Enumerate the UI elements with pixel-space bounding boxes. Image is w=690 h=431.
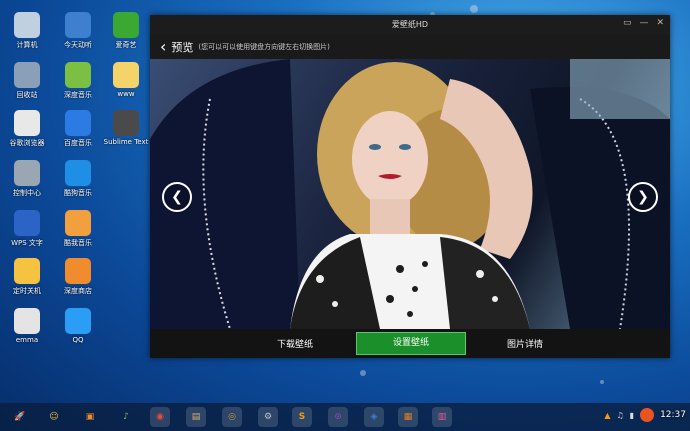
bubble (600, 380, 604, 384)
desktop-icon-label: 今天动听 (64, 41, 92, 49)
keyboard-hint: (您可以可以使用键盘方向键左右切换图片) (198, 43, 330, 51)
bubble (470, 5, 478, 13)
desktop-icon-label: 计算机 (16, 41, 38, 49)
baidu-music-icon (65, 110, 91, 136)
desktop-icon-label: 酷狗音乐 (64, 189, 92, 197)
ubuntu-logo-icon[interactable] (640, 408, 655, 422)
wallpaper-app-window: 爱壁纸HD ▭ — ✕ ‹ 预览 (您可以可以使用键盘方向键左右切换图片) ❮ … (150, 15, 670, 358)
bubble (360, 370, 366, 376)
desktop-icon-label: 谷歌浏览器 (9, 139, 45, 147)
settings-task-icon[interactable]: ⚙ (258, 407, 278, 427)
app-task-icon[interactable]: ◈ (364, 407, 384, 427)
launcher-icon[interactable]: 🚀 (10, 407, 30, 427)
download-wallpaper-button[interactable]: 下载壁纸 (265, 337, 325, 350)
chrome-icon (14, 110, 40, 136)
wallpaper-task-icon[interactable]: ▦ (398, 407, 418, 427)
minimize-icon[interactable]: — (639, 18, 648, 28)
next-image-button[interactable]: ❯ (628, 182, 658, 212)
set-wallpaper-button[interactable]: 设置壁纸 (356, 332, 466, 355)
chrome-task-icon[interactable]: ◉ (150, 407, 170, 427)
system-tray: ▲ ♫ ▮ 12:37 (604, 408, 686, 422)
sublime-task-icon[interactable]: S (292, 407, 312, 427)
shutdown-timer-icon (14, 258, 40, 284)
desktop-icon[interactable]: 今天动听 (55, 12, 101, 50)
desktop-icon-label: 定时关机 (13, 287, 41, 295)
clock[interactable]: 12:37 (660, 410, 686, 420)
desktop-icon-label: QQ (72, 336, 84, 344)
desktop-icon[interactable]: QQ (55, 308, 101, 344)
pictures-task-icon[interactable]: ▥ (432, 407, 452, 427)
desktop-icon[interactable]: 爱奇艺 (103, 12, 149, 50)
chevron-left-icon: ❮ (171, 189, 183, 205)
smiley-app-icon[interactable]: ☺ (44, 407, 64, 427)
desktop-icon[interactable]: WPS 文字 (4, 210, 50, 248)
store-icon (65, 258, 91, 284)
desktop-icon[interactable]: Sublime Text (103, 110, 149, 146)
music-task-icon[interactable]: ♪ (116, 407, 136, 427)
kuwo-icon (65, 210, 91, 236)
settings-icon (14, 160, 40, 186)
kugou-icon (65, 160, 91, 186)
image-details-button[interactable]: 图片详情 (495, 337, 555, 350)
music-app-icon (65, 12, 91, 38)
desktop-icon[interactable]: www (103, 62, 149, 98)
desktop-icon-label: www (117, 90, 135, 98)
desktop-icon-label: 百度音乐 (64, 139, 92, 147)
store-task-icon[interactable]: ▣ (80, 407, 100, 427)
desktop-icon-label: 深度音乐 (64, 91, 92, 99)
desktop-icon-label: 回收站 (16, 91, 38, 99)
desktop-icon[interactable]: 控制中心 (4, 160, 50, 198)
desktop-icon[interactable]: 深度商店 (55, 258, 101, 296)
tray-app-icon[interactable]: ▲ (604, 411, 610, 420)
volume-icon[interactable]: ♫ (616, 411, 623, 420)
folder-icon (113, 62, 139, 88)
trash-icon (14, 62, 40, 88)
wallpaper-preview-image: ❮ ❯ (150, 59, 670, 329)
emma-icon (14, 308, 40, 334)
desktop-icon[interactable]: emma (4, 308, 50, 344)
desktop-icon-label: 控制中心 (13, 189, 41, 197)
computer-icon (14, 12, 40, 38)
desktop-icon[interactable]: 深度音乐 (55, 62, 101, 100)
files-task-icon[interactable]: ▤ (186, 407, 206, 427)
previous-image-button[interactable]: ❮ (162, 182, 192, 212)
deepin-music-icon (65, 62, 91, 88)
desktop-icon[interactable]: 酷狗音乐 (55, 160, 101, 198)
desktop-icon-label: WPS 文字 (11, 239, 43, 247)
portrait-photo (150, 59, 670, 329)
title-bar[interactable]: 爱壁纸HD ▭ — ✕ (150, 15, 670, 35)
page-title: 预览 (171, 41, 194, 54)
desktop-icon[interactable]: 回收站 (4, 62, 50, 100)
desktop-icon[interactable]: 定时关机 (4, 258, 50, 296)
maximize-icon[interactable]: ▭ (623, 18, 632, 28)
desktop-icon[interactable]: 酷我音乐 (55, 210, 101, 248)
chevron-right-icon: ❯ (637, 189, 649, 205)
back-arrow-icon[interactable]: ‹ (160, 39, 166, 55)
iqiyi-icon (113, 12, 139, 38)
desktop-icon[interactable]: 计算机 (4, 12, 50, 50)
preview-header: ‹ 预览 (您可以可以使用键盘方向键左右切换图片) (150, 35, 670, 59)
window-title: 爱壁纸HD (391, 20, 429, 29)
qq-icon (65, 308, 91, 334)
action-bar: 下载壁纸 设置壁纸 图片详情 (150, 329, 670, 358)
desktop-icon-label: 深度商店 (64, 287, 92, 295)
sublime-icon (113, 110, 139, 136)
taskbar: 🚀 ☺ ▣ ♪ ◉ ▤ ◎ ⚙ S ⊙ ◈ ▦ ▥ ▲ ♫ ▮ 12:37 (0, 403, 690, 431)
desktop-icon[interactable]: 百度音乐 (55, 110, 101, 148)
desktop-icon-label: 酷我音乐 (64, 239, 92, 247)
window-controls: ▭ — ✕ (623, 18, 664, 28)
desktop-icon[interactable]: 谷歌浏览器 (4, 110, 50, 148)
network-icon[interactable]: ▮ (630, 411, 634, 420)
desktop-icon-label: emma (15, 336, 39, 344)
wps-icon (14, 210, 40, 236)
media-task-icon[interactable]: ⊙ (328, 407, 348, 427)
close-icon[interactable]: ✕ (656, 18, 664, 28)
desktop-icon-label: 爱奇艺 (115, 41, 137, 49)
game-task-icon[interactable]: ◎ (222, 407, 242, 427)
desktop-icon-label: Sublime Text (103, 138, 149, 146)
